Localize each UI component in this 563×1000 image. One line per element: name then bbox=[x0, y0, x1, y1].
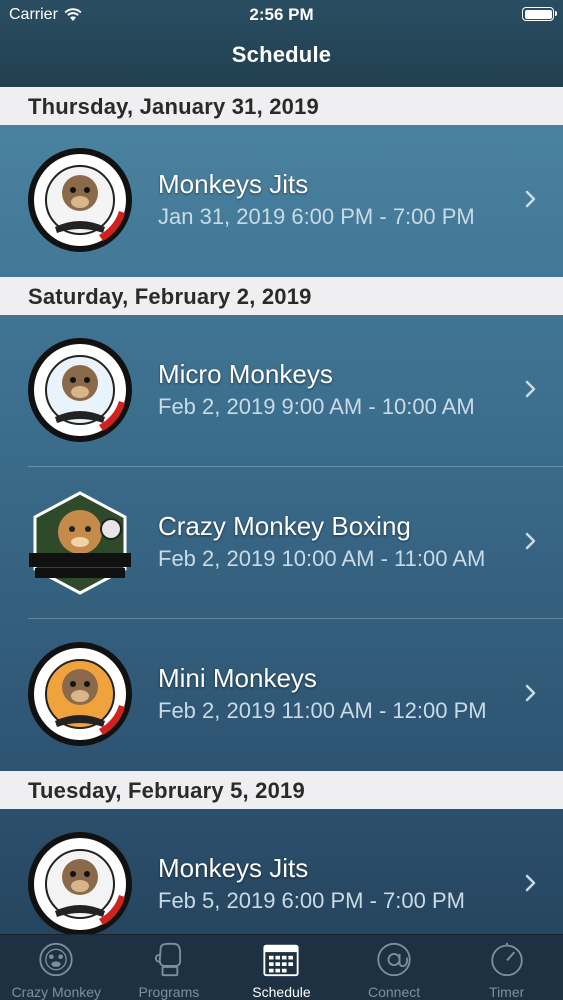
event-time: Jan 31, 2019 6:00 PM - 7:00 PM bbox=[158, 204, 475, 229]
stopwatch-icon bbox=[490, 942, 523, 977]
status-bar: Carrier 2:56 PM bbox=[0, 0, 563, 30]
micro-monkeys-logo bbox=[28, 338, 132, 442]
chevron-right-icon bbox=[525, 190, 536, 208]
schedule-screen: Carrier 2:56 PM Schedule Thursday, Janua… bbox=[0, 0, 563, 1000]
chevron-right-icon bbox=[525, 684, 536, 702]
section-header: Saturday, February 2, 2019 bbox=[0, 277, 563, 315]
tab-bar: Crazy Monkey Programs Schedule Connect T… bbox=[0, 934, 563, 1000]
section-header: Tuesday, February 5, 2019 bbox=[0, 771, 563, 809]
at-sign-icon bbox=[377, 942, 411, 977]
boxing-glove-icon bbox=[154, 942, 181, 977]
schedule-event-row[interactable]: Micro Monkeys Feb 2, 2019 9:00 AM - 10:00… bbox=[0, 315, 563, 467]
page-title: Schedule bbox=[231, 42, 332, 67]
monkey-jits-logo bbox=[28, 832, 132, 936]
section-header: Thursday, January 31, 2019 bbox=[0, 87, 563, 125]
chevron-right-icon bbox=[525, 380, 536, 398]
tab-schedule[interactable]: Schedule bbox=[225, 935, 338, 1000]
event-time: Feb 2, 2019 11:00 AM - 12:00 PM bbox=[158, 698, 487, 723]
schedule-event-row[interactable]: Monkeys Jits Jan 31, 2019 6:00 PM - 7:00 … bbox=[0, 125, 563, 277]
event-time: Feb 2, 2019 10:00 AM - 11:00 AM bbox=[158, 546, 486, 571]
tab-label: Schedule bbox=[252, 984, 311, 1000]
tab-label: Crazy Monkey bbox=[11, 984, 102, 1000]
tab-label: Timer bbox=[489, 984, 525, 1000]
event-title: Monkeys Jits bbox=[158, 853, 309, 883]
tab-programs[interactable]: Programs bbox=[113, 935, 226, 1000]
event-title: Micro Monkeys bbox=[158, 359, 333, 389]
navigation-bar: Carrier 2:56 PM Schedule bbox=[0, 0, 563, 87]
event-title: Mini Monkeys bbox=[158, 663, 317, 693]
tab-label: Connect bbox=[368, 984, 421, 1000]
calendar-icon bbox=[263, 944, 300, 977]
tab-label: Programs bbox=[138, 984, 200, 1000]
event-time: Feb 2, 2019 9:00 AM - 10:00 AM bbox=[158, 394, 475, 419]
schedule-event-row[interactable]: Mini Monkeys Feb 2, 2019 11:00 AM - 12:00… bbox=[0, 619, 563, 771]
battery-icon bbox=[522, 7, 557, 21]
crazy-monkey-defense-logo bbox=[29, 491, 131, 595]
monkey-face-icon bbox=[39, 942, 73, 977]
mini-monkeys-logo bbox=[28, 642, 132, 746]
monkey-jits-logo bbox=[28, 148, 132, 252]
event-title: Crazy Monkey Boxing bbox=[158, 511, 411, 541]
status-time: 2:56 PM bbox=[249, 5, 314, 24]
chevron-right-icon bbox=[525, 532, 536, 550]
tab-crazy-monkey[interactable]: Crazy Monkey bbox=[0, 935, 113, 1000]
event-title: Monkeys Jits bbox=[158, 169, 309, 199]
event-time: Feb 5, 2019 6:00 PM - 7:00 PM bbox=[158, 888, 465, 913]
tab-connect[interactable]: Connect bbox=[338, 935, 451, 1000]
tab-timer[interactable]: Timer bbox=[450, 935, 563, 1000]
schedule-event-row[interactable]: Crazy Monkey Boxing Feb 2, 2019 10:00 AM … bbox=[0, 467, 563, 619]
chevron-right-icon bbox=[525, 874, 536, 892]
schedule-list[interactable]: Thursday, January 31, 2019 Monkeys Jits Ja… bbox=[0, 87, 563, 961]
